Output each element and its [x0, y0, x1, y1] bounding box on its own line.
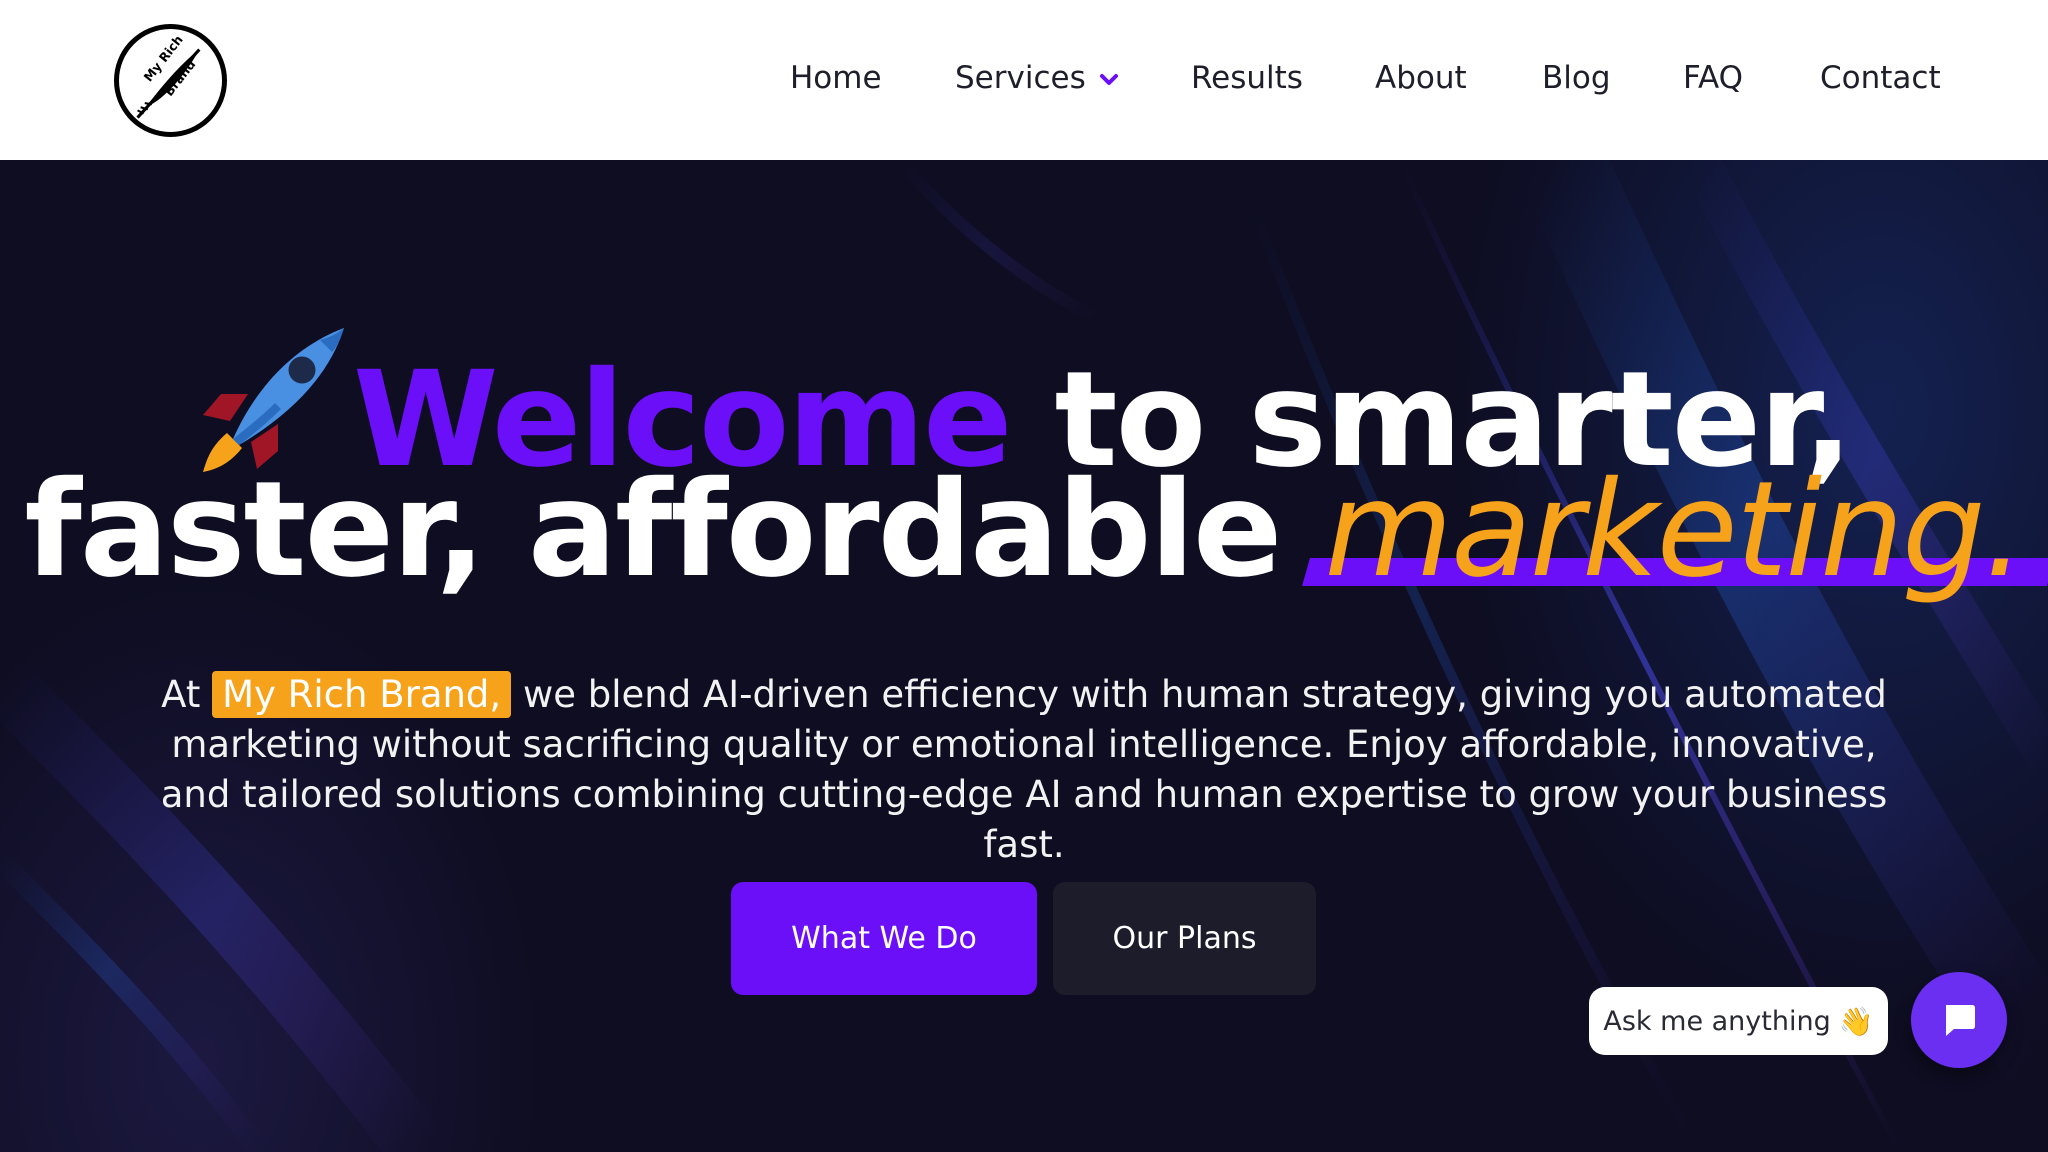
chat-prompt-text: Ask me anything [1603, 1005, 1831, 1037]
hero-description: At My Rich Brand, we blend AI-driven eff… [140, 670, 1908, 870]
chat-prompt-bubble[interactable]: Ask me anything 👋 [1589, 987, 1888, 1055]
nav-item-blog[interactable]: Blog [1542, 56, 1611, 100]
description-before: At [161, 673, 213, 716]
nav-item-home[interactable]: Home [790, 56, 882, 100]
our-plans-button[interactable]: Our Plans [1053, 882, 1316, 995]
chat-bubble-icon [1946, 1005, 1975, 1036]
headline-line2-text: faster, affordable [24, 453, 1325, 607]
feather-icon: My Rich Brand [136, 33, 201, 119]
nav-item-contact[interactable]: Contact [1820, 56, 1941, 100]
nav-item-faq[interactable]: FAQ [1683, 56, 1743, 100]
brand-name-badge: My Rich Brand, [212, 671, 512, 718]
headline-marketing: marketing. [1302, 460, 2048, 600]
brand-logo[interactable]: My Rich Brand [114, 24, 227, 137]
hero-section: Welcome to smarter, faster, affordable m… [0, 160, 2048, 1152]
nav-item-about[interactable]: About [1375, 56, 1467, 100]
top-navigation: My Rich Brand Home Services Results Abou… [0, 0, 2048, 160]
chevron-down-icon [1099, 74, 1118, 85]
waving-hand-icon: 👋 [1838, 1004, 1874, 1038]
nav-item-services[interactable]: Services [955, 56, 1124, 100]
chat-launcher-button[interactable] [1911, 972, 2007, 1068]
nav-item-services-label: Services [955, 60, 1086, 96]
headline-marketing-text: marketing. [1324, 453, 2025, 607]
nav-item-results[interactable]: Results [1191, 56, 1303, 100]
hero-headline-line2: faster, affordable marketing. [0, 460, 2048, 600]
what-we-do-button[interactable]: What We Do [731, 882, 1037, 995]
